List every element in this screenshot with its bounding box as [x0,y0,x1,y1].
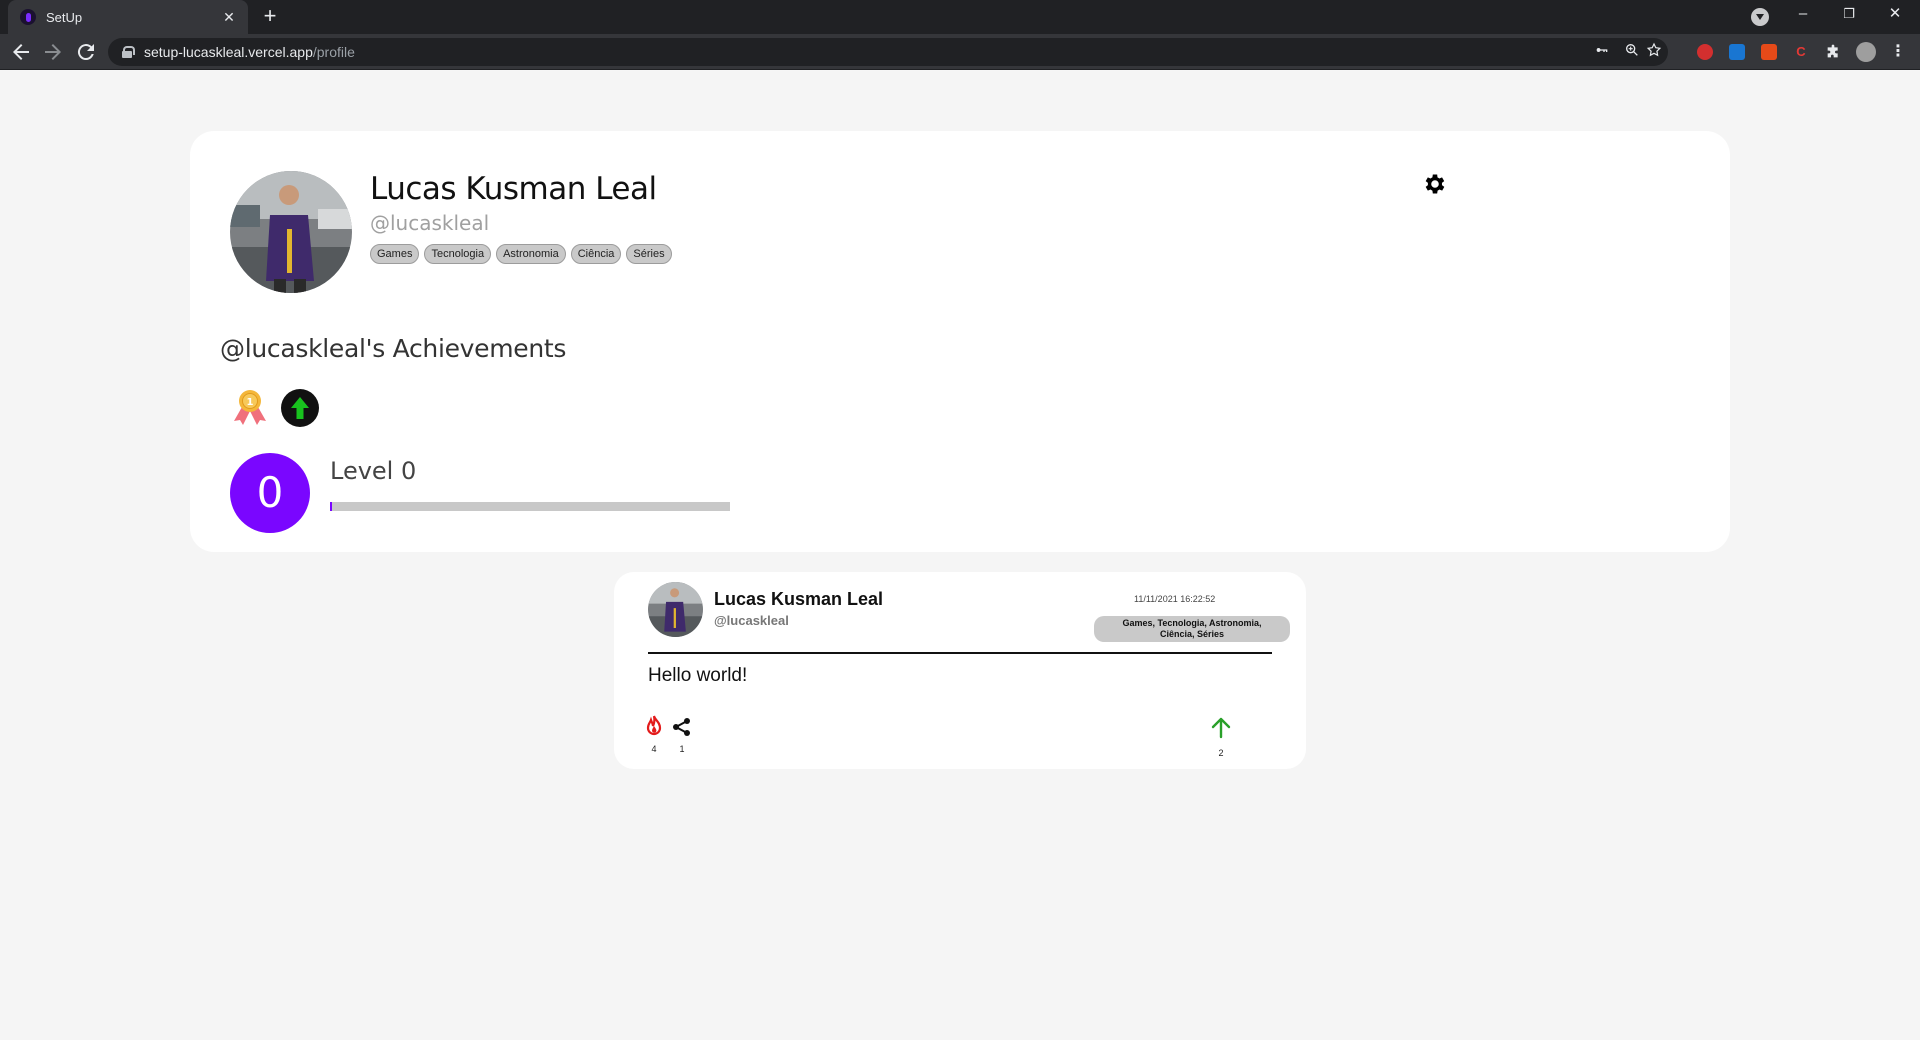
profile-handle: @lucaskleal [370,211,490,235]
zoom-icon[interactable] [1622,42,1642,62]
extension-c-icon[interactable]: C [1793,44,1809,60]
level-badge: 0 [230,453,310,533]
restore-button[interactable]: ❐ [1826,0,1872,28]
upvote-arrow-icon[interactable] [1210,717,1232,744]
extension-flame-icon[interactable] [1761,44,1777,60]
browser-tab-bar: SetUp ✕ + – ❐ ✕ [0,0,1920,34]
tab-close-icon[interactable]: ✕ [220,9,238,26]
achievements-title: @lucaskleal's Achievements [220,334,567,363]
browser-toolbar: setup-lucaskleal.vercel.app/profile C ⋮ [0,34,1920,70]
tab-title: SetUp [46,9,83,25]
upvotes-count: 2 [1218,748,1224,758]
forward-icon[interactable] [41,40,65,64]
medal-icon: 1 [230,387,270,427]
browser-profile-avatar[interactable] [1856,42,1876,62]
lock-icon [122,46,135,58]
interest-chip: Tecnologia [424,244,492,264]
level-progress-fill [330,502,332,511]
extension-shield-icon[interactable] [1697,44,1713,60]
post-text: Hello world! [648,665,748,686]
site-favicon-icon [20,9,36,25]
interest-chip: Astronomia [496,244,566,264]
settings-gear-icon[interactable] [1422,171,1448,197]
avatar [230,171,352,293]
profile-card: Lucas Kusman Leal @lucaskleal Games Tecn… [190,131,1730,552]
browser-tab[interactable]: SetUp ✕ [8,0,248,34]
svg-text:1: 1 [247,397,254,408]
post-avatar[interactable] [648,582,703,637]
tab-search-icon[interactable] [1751,8,1769,26]
interest-chip: Séries [626,244,672,264]
post-tags-badge: Games, Tecnologia, Astronomia, Ciência, … [1094,616,1290,642]
browser-menu-icon[interactable]: ⋮ [1890,44,1906,60]
extension-translate-icon[interactable] [1729,44,1745,60]
profile-name: Lucas Kusman Leal [370,171,657,207]
post-divider [648,652,1272,654]
page-viewport: Lucas Kusman Leal @lucaskleal Games Tecn… [0,71,1920,1040]
post-timestamp: 11/11/2021 16:22:52 [1134,594,1216,604]
interest-chips: Games Tecnologia Astronomia Ciência Séri… [370,244,672,264]
level-progress-bar [330,502,730,511]
shares-count: 1 [679,744,685,754]
new-tab-button[interactable]: + [258,5,282,29]
level-label: Level 0 [330,457,417,485]
interest-chip: Ciência [570,244,622,264]
extensions-puzzle-icon[interactable] [1825,44,1841,60]
reload-icon[interactable] [74,40,98,64]
minimize-button[interactable]: – [1780,0,1826,28]
window-close-button[interactable]: ✕ [1872,0,1918,28]
address-bar[interactable]: setup-lucaskleal.vercel.app/profile [108,38,1668,66]
post-card: Lucas Kusman Leal @lucaskleal 11/11/2021… [614,572,1306,769]
url-text: setup-lucaskleal.vercel.app/profile [144,44,355,60]
post-author-handle[interactable]: @lucaskleal [714,613,789,628]
bookmark-star-icon[interactable] [1644,42,1664,62]
post-author-name[interactable]: Lucas Kusman Leal [714,589,883,610]
likes-count: 4 [651,744,657,754]
share-icon[interactable] [672,717,692,742]
back-icon[interactable] [9,40,33,64]
interest-chip: Games [370,244,420,264]
password-key-icon[interactable] [1592,42,1612,62]
up-arrow-badge-icon [281,389,319,427]
fire-like-icon[interactable] [644,715,664,742]
